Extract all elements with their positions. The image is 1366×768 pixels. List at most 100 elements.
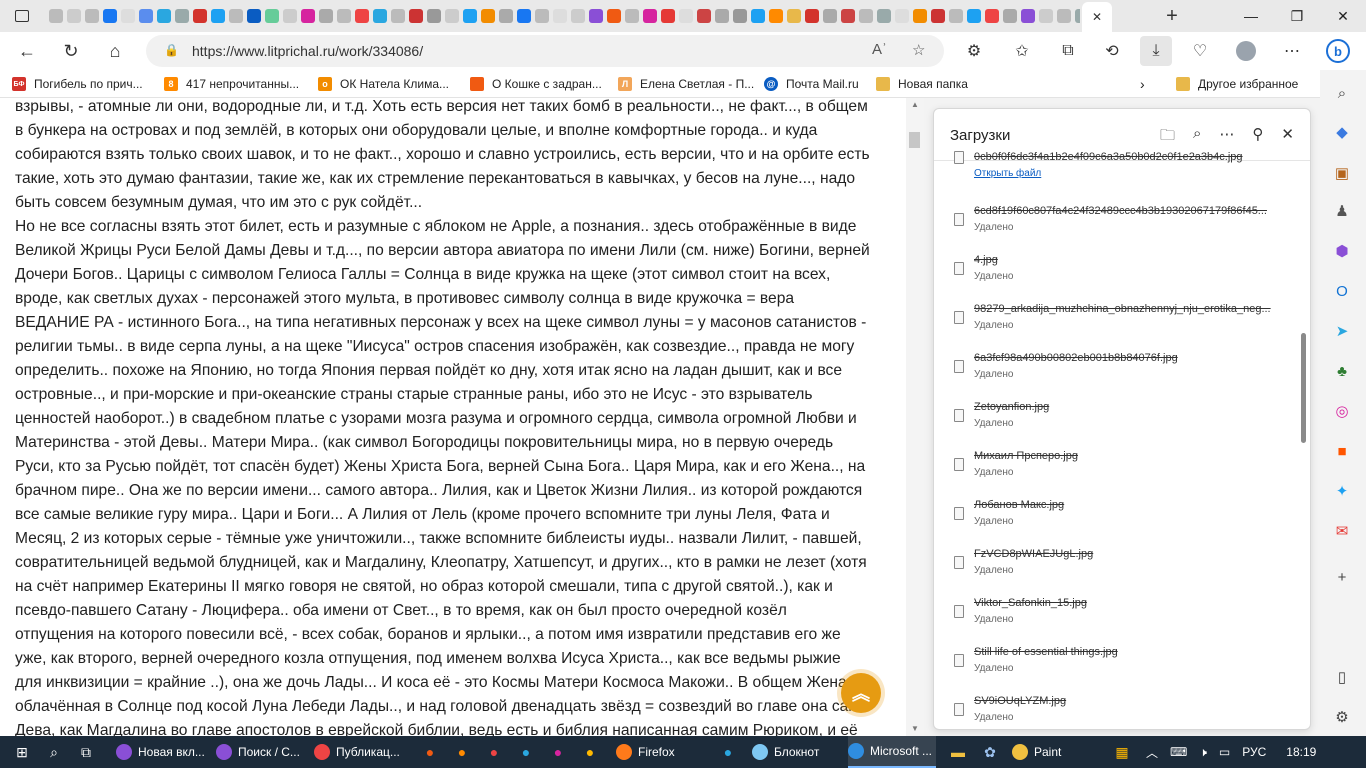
pinned-tab-favicon[interactable] (373, 9, 387, 23)
pinned-tab-favicon[interactable] (571, 9, 585, 23)
home-button[interactable]: ⌂ (100, 36, 130, 66)
download-item[interactable]: SV9iOUqLYZM.jpg Удалено (934, 687, 1294, 729)
odnoklassniki-icon[interactable]: ● (452, 742, 472, 762)
pinned-tab-favicon[interactable] (229, 9, 243, 23)
taskbar-app-button[interactable]: Microsoft ... (848, 736, 936, 768)
taskbar-app-button[interactable]: Paint (1012, 736, 1102, 768)
pinned-tab-favicon[interactable] (85, 9, 99, 23)
download-item[interactable]: Zetoyanfion.jpg Удалено (934, 393, 1294, 441)
favorite-folder[interactable]: Новая папка (876, 76, 968, 92)
twitter-icon[interactable]: ✦ (1329, 478, 1355, 504)
app-icon[interactable]: ● (484, 742, 504, 762)
pinned-tab-favicon[interactable] (985, 9, 999, 23)
volume-icon[interactable]: 🕨 (1199, 745, 1207, 760)
mail-icon[interactable]: ✉ (1329, 518, 1355, 544)
download-item[interactable]: 4.jpg Удалено (934, 246, 1294, 294)
pinned-tab-favicon[interactable] (769, 9, 783, 23)
pinned-tab-favicon[interactable] (157, 9, 171, 23)
download-item[interactable]: FzVCD8pWIAEJUgL.jpg Удалено (934, 540, 1294, 588)
pinned-tab-favicon[interactable] (913, 9, 927, 23)
pinned-tab-favicon[interactable] (661, 9, 675, 23)
favorite-item[interactable]: 8 417 непрочитанны... (164, 76, 299, 92)
favorite-item[interactable]: Л Елена Светлая - П... (618, 76, 754, 92)
pinned-tab-favicon[interactable] (283, 9, 297, 23)
pinned-tab-favicon[interactable] (805, 9, 819, 23)
pinned-tab-favicon[interactable] (841, 9, 855, 23)
pinned-tab-favicon[interactable] (931, 9, 945, 23)
pinned-tab-favicon[interactable] (301, 9, 315, 23)
file-explorer-icon[interactable]: ▬ (948, 742, 968, 762)
pinned-tab-favicon[interactable] (535, 9, 549, 23)
back-button[interactable]: ← (12, 36, 42, 66)
pinned-tab-favicon[interactable] (1003, 9, 1017, 23)
new-tab-button[interactable]: + (1158, 4, 1186, 28)
pinned-tab-favicon[interactable] (859, 9, 873, 23)
battery-icon[interactable]: ▭ (1219, 745, 1230, 759)
windows-logo-icon[interactable]: ▦ (1112, 742, 1132, 762)
scroll-up-icon[interactable]: ▲ (909, 100, 921, 110)
favorite-item[interactable]: БФ Погибель по прич... (12, 76, 143, 92)
unpin-icon[interactable]: ⚲ (1252, 125, 1263, 150)
pinned-tab-favicon[interactable] (607, 9, 621, 23)
tray-chevron-icon[interactable]: ︿ (1146, 744, 1158, 761)
favorite-item[interactable]: o ОК Натела Клима... (318, 76, 449, 92)
download-item[interactable]: Still life of essential things.jpg Удален… (934, 638, 1294, 686)
pinned-tab-favicon[interactable] (265, 9, 279, 23)
pinned-tab-favicon[interactable] (823, 9, 837, 23)
task-view-icon[interactable]: ⧉ (76, 742, 96, 762)
download-item[interactable]: 6cd8f19f60c807fa4c24f32489ccc4b3b1930206… (934, 197, 1294, 245)
pinned-tab-favicon[interactable] (121, 9, 135, 23)
pinned-tab-favicon[interactable] (1039, 9, 1053, 23)
pinned-tab-favicon[interactable] (517, 9, 531, 23)
search-icon[interactable]: ⌕ (1193, 125, 1201, 150)
lock-icon[interactable]: 🔒 (164, 43, 179, 57)
pinned-tab-favicon[interactable] (787, 9, 801, 23)
downloads-button[interactable]: ⤓ (1140, 36, 1172, 66)
app-icon[interactable]: ● (548, 742, 568, 762)
read-aloud-icon[interactable]: Aʾ (872, 41, 887, 58)
pinned-tab-favicon[interactable] (697, 9, 711, 23)
taskbar-app-button[interactable]: Firefox (616, 736, 706, 768)
close-icon[interactable]: ✕ (1281, 125, 1294, 150)
url-text[interactable]: https://www.litprichal.ru/work/334086/ (192, 43, 423, 59)
pinned-tab-favicon[interactable] (625, 9, 639, 23)
pinned-tab-favicon[interactable] (553, 9, 567, 23)
pinned-tab-favicon[interactable] (715, 9, 729, 23)
favorites-overflow-chevron[interactable]: › (1140, 76, 1145, 92)
settings-gear-icon[interactable]: ⚙ (1329, 704, 1355, 730)
pinned-tab-favicon[interactable] (355, 9, 369, 23)
pinned-tab-favicon[interactable] (391, 9, 405, 23)
search-icon[interactable]: ⌕ (44, 742, 64, 762)
pinned-tab-favicon[interactable] (139, 9, 153, 23)
pinned-tab-favicon[interactable] (427, 9, 441, 23)
pinned-tab-favicon[interactable] (1021, 9, 1035, 23)
favorite-item[interactable]: О Кошке с задран... (470, 76, 602, 92)
tools-briefcase-icon[interactable]: ▣ (1329, 160, 1355, 186)
scroll-down-icon[interactable]: ▼ (909, 724, 921, 734)
pinned-tab-favicon[interactable] (67, 9, 81, 23)
windows-start-icon[interactable]: ⊞ (12, 742, 32, 762)
outlook-icon[interactable]: O (1329, 278, 1355, 304)
app-icon[interactable]: ● (580, 742, 600, 762)
pinned-tab-favicon[interactable] (463, 9, 477, 23)
history-button[interactable]: ⟲ (1096, 36, 1128, 66)
page-scrollbar[interactable]: ▲ ▼ (906, 98, 924, 736)
pinned-tab-favicon[interactable] (103, 9, 117, 23)
pinned-tab-favicon[interactable] (949, 9, 963, 23)
app-icon[interactable]: ● (516, 742, 536, 762)
open-folder-icon[interactable]: 🗀 (1160, 125, 1175, 150)
taskbar-app-button[interactable]: Поиск / С... (216, 736, 310, 768)
ok-icon[interactable]: ● (420, 742, 440, 762)
tab-actions-button[interactable] (0, 0, 44, 32)
scroll-to-top-button[interactable]: ︽ (841, 673, 881, 713)
app-icon[interactable]: ✿ (980, 742, 1000, 762)
pinned-tab-favicon[interactable] (751, 9, 765, 23)
taskbar-app-button[interactable]: Публикац... (314, 736, 412, 768)
telegram-icon[interactable]: ● (718, 742, 738, 762)
performance-button[interactable]: ♡ (1184, 36, 1216, 66)
search-icon[interactable]: ⌕ (1329, 80, 1355, 106)
favorite-item[interactable]: @ Почта Mail.ru (764, 76, 859, 92)
pinned-tab-favicon[interactable] (895, 9, 909, 23)
download-item[interactable]: 6a3fcf98a490b00802eb001b8b84076f.jpg Удал… (934, 344, 1294, 392)
pinned-tab-favicon[interactable] (409, 9, 423, 23)
